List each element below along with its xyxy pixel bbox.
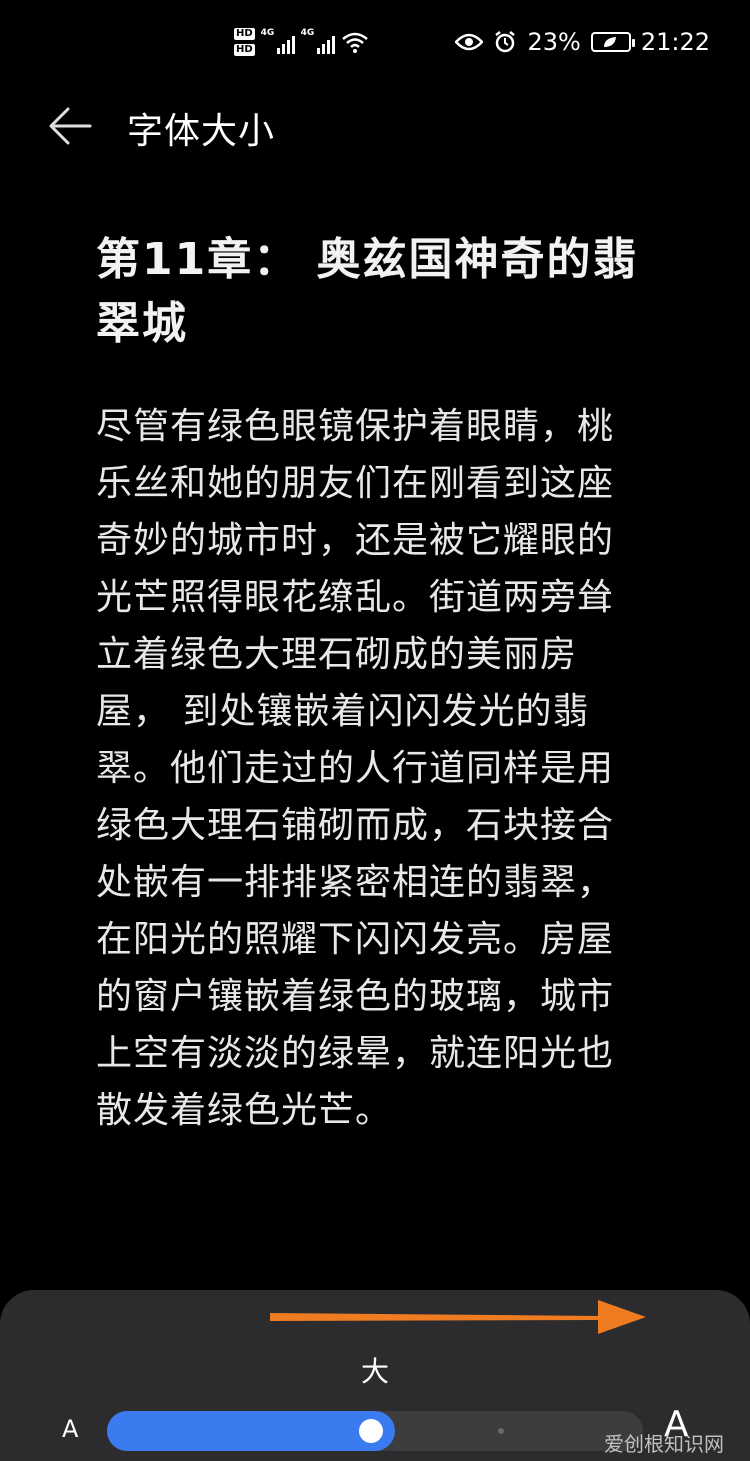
annotation-arrow-icon — [270, 1300, 646, 1334]
clock: 21:22 — [640, 28, 710, 56]
status-right: 23% 21:22 — [455, 24, 710, 60]
slider-fill — [107, 1411, 395, 1451]
font-size-label: 大 — [360, 1355, 389, 1388]
eye-icon — [455, 33, 484, 51]
hd-badge: HD — [234, 44, 255, 56]
signal-group: HD HD 4G 4G — [234, 22, 369, 62]
hd-badge: HD — [234, 28, 255, 40]
signal-icon: 4G — [300, 28, 335, 54]
small-font-icon: A — [62, 1415, 79, 1443]
back-button[interactable] — [46, 104, 94, 148]
alarm-icon — [495, 31, 516, 53]
battery-percent: 23% — [527, 28, 581, 56]
page-title: 字体大小 — [127, 111, 276, 152]
chapter-title: 第11章： 奥兹国神奇的翡翠城 — [96, 234, 639, 349]
battery-icon — [590, 32, 635, 52]
watermark: 爱创根知识网 — [604, 1432, 724, 1456]
status-bar: HD HD 4G 4G 23% 21:22 — [0, 0, 750, 84]
signal-icon: 4G — [260, 28, 295, 54]
hd-badges: HD HD — [234, 28, 255, 56]
chapter-body: 尽管有绿色眼镜保护着眼睛，桃乐丝和她的朋友们在刚看到这座奇妙的城市时，还是被它耀… — [96, 406, 615, 1131]
back-arrow-icon — [49, 107, 92, 145]
wifi-icon — [341, 32, 368, 53]
slider-step-dot — [498, 1428, 504, 1434]
font-size-slider[interactable] — [107, 1411, 643, 1451]
app-header: 字体大小 — [0, 84, 750, 168]
leaf-icon — [603, 37, 616, 47]
network-type: 4G — [260, 28, 275, 38]
slider-thumb[interactable] — [359, 1419, 383, 1443]
network-type: 4G — [300, 28, 315, 38]
